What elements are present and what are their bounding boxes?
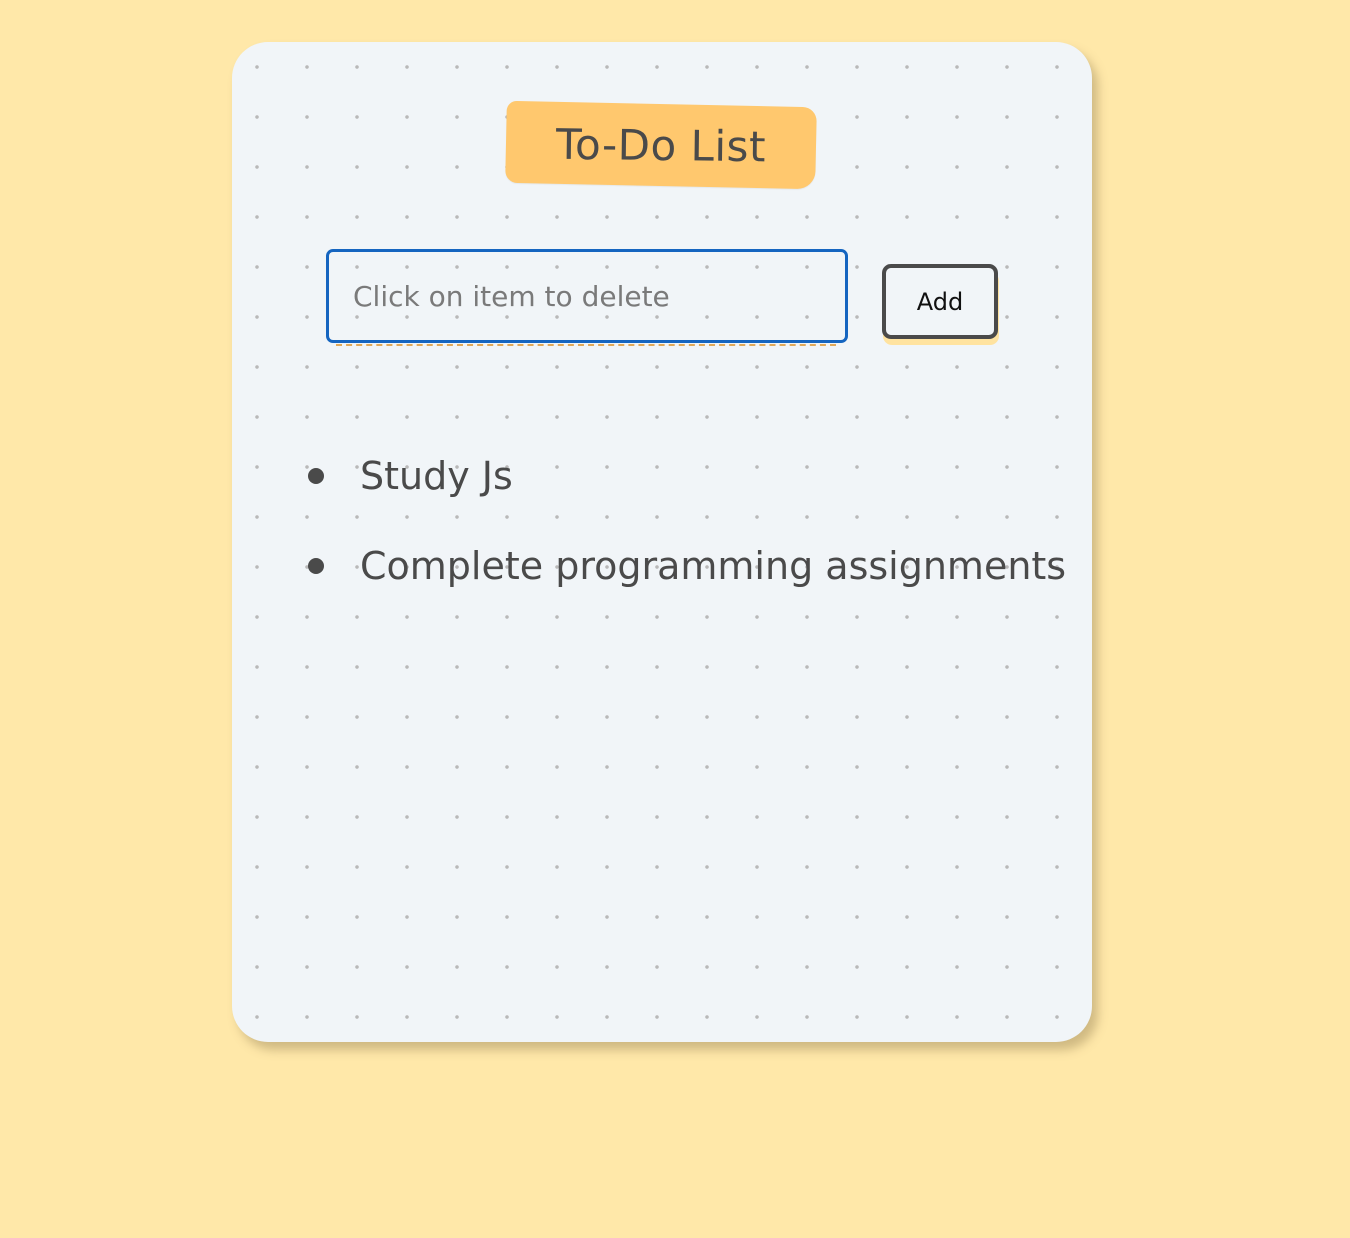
add-button[interactable]: Add bbox=[882, 264, 998, 339]
input-underline bbox=[336, 344, 836, 346]
todo-item-label: Study Js bbox=[360, 454, 513, 498]
bullet-icon bbox=[308, 558, 324, 574]
todo-item[interactable]: Study Js bbox=[302, 442, 1066, 532]
todo-list: Study Js Complete programming assignment… bbox=[302, 442, 1066, 622]
title-tag: To-Do List bbox=[505, 100, 817, 190]
todo-item-label: Complete programming assignments bbox=[360, 544, 1067, 588]
todo-input[interactable] bbox=[326, 249, 848, 343]
todo-card: To-Do List Add Study Js Complete program… bbox=[232, 42, 1092, 1042]
page-title: To-Do List bbox=[555, 119, 767, 171]
bullet-icon bbox=[308, 468, 324, 484]
todo-item[interactable]: Complete programming assignments bbox=[302, 532, 1066, 622]
